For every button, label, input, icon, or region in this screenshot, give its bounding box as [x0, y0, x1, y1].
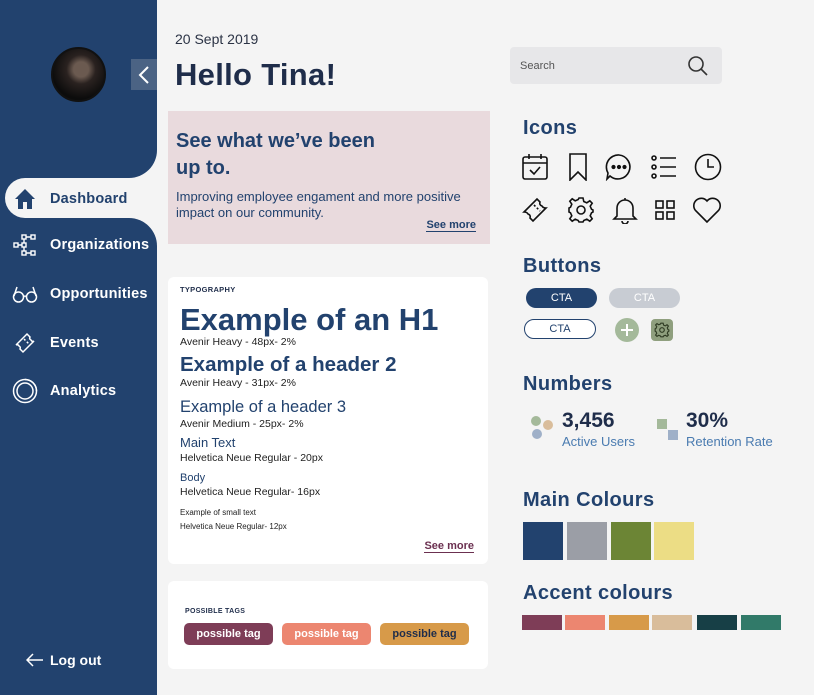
cta-disabled-button[interactable]: CTA: [609, 288, 680, 308]
settings-button[interactable]: [651, 319, 673, 341]
accent-colour-swatch: [741, 615, 781, 630]
promo-title: See what we’ve been up to.: [176, 130, 375, 179]
sidebar-item-label: Events: [50, 335, 99, 351]
sidebar-item-dashboard[interactable]: Dashboard: [12, 183, 128, 215]
cta-primary-button[interactable]: CTA: [526, 288, 597, 308]
cta-outline-button[interactable]: CTA: [524, 319, 596, 339]
heart-icon: [692, 195, 722, 225]
numbers-section-title: Numbers: [523, 373, 613, 395]
typography-card: TYPOGRAPHY Example of an H1 Avenir Heavy…: [168, 277, 488, 564]
main-colour-swatch: [611, 522, 651, 560]
accent-colour-swatch: [652, 615, 692, 630]
h1-spec: Avenir Heavy - 48px- 2%: [180, 336, 296, 348]
sidebar-item-events[interactable]: Events: [12, 327, 99, 359]
org-chart-icon: [12, 232, 38, 258]
ticket-icon: [12, 330, 38, 356]
promo-card: See what we’ve been up to. Improving emp…: [168, 111, 490, 244]
collapse-sidebar-button[interactable]: [131, 59, 157, 90]
body-text-spec: Helvetica Neue Regular- 16px: [180, 486, 321, 498]
sidebar-item-label: Dashboard: [50, 191, 128, 207]
example-h2: Example of a header 2: [180, 353, 397, 376]
bookmark-icon: [563, 152, 593, 182]
current-date: 20 Sept 2019: [175, 31, 259, 47]
retention-rate-value: 30%: [686, 409, 729, 432]
users-dots-icon: [531, 416, 553, 439]
buttons-section-title: Buttons: [523, 255, 602, 277]
arrow-left-icon: [26, 653, 43, 667]
promo-text: Improving employee engament and more pos…: [176, 189, 461, 220]
example-body-text: Body: [180, 472, 206, 484]
example-h3: Example of a header 3: [180, 398, 347, 416]
search-icon[interactable]: [687, 55, 709, 82]
tag-chip[interactable]: possible tag: [380, 623, 469, 645]
plus-icon: [621, 324, 633, 336]
logout-label: Log out: [50, 652, 102, 668]
accent-colour-swatch: [565, 615, 605, 630]
search-input[interactable]: [520, 57, 680, 75]
add-button[interactable]: [615, 318, 639, 342]
main-colours-section-title: Main Colours: [523, 489, 655, 511]
accent-colour-swatch: [697, 615, 737, 630]
avatar[interactable]: [51, 47, 106, 102]
h2-spec: Avenir Heavy - 31px- 2%: [180, 377, 296, 389]
gear-icon: [566, 195, 596, 225]
bell-icon: [610, 195, 640, 225]
example-small-text: Example of small text: [180, 508, 257, 517]
sidebar-item-analytics[interactable]: Analytics: [12, 375, 116, 407]
accent-colour-swatch: [609, 615, 649, 630]
clock-icon: [693, 152, 723, 182]
main-colour-swatch: [567, 522, 607, 560]
sidebar-item-label: Organizations: [50, 237, 150, 253]
active-users-value: 3,456: [562, 409, 615, 432]
analytics-icon: [12, 378, 38, 404]
example-main-text: Main Text: [180, 435, 236, 450]
promo-see-more-link[interactable]: See more: [426, 219, 476, 232]
typography-see-more-link[interactable]: See more: [424, 540, 474, 553]
tags-label: POSSIBLE TAGS: [185, 608, 246, 615]
grid-icon: [650, 195, 680, 225]
tags-card: POSSIBLE TAGS possible tag possible tag …: [168, 581, 488, 669]
sidebar-item-opportunities[interactable]: Opportunities: [12, 278, 148, 310]
main-colour-swatch: [654, 522, 694, 560]
page-title: Hello Tina!: [175, 57, 337, 92]
main-colour-swatch: [523, 522, 563, 560]
icons-section-title: Icons: [523, 117, 578, 139]
sidebar-item-organizations[interactable]: Organizations: [12, 229, 149, 261]
h3-spec: Avenir Medium - 25px- 2%: [180, 418, 304, 430]
sidebar-item-label: Analytics: [50, 383, 117, 399]
typography-label: TYPOGRAPHY: [180, 285, 236, 294]
chevron-left-icon: [138, 65, 149, 84]
accent-colours-section-title: Accent colours: [523, 582, 674, 604]
tag-chip[interactable]: possible tag: [184, 623, 273, 645]
retention-rate-label: Retention Rate: [686, 434, 773, 449]
active-users-label: Active Users: [562, 434, 635, 449]
main-text-spec: Helvetica Neue Regular - 20px: [180, 452, 323, 464]
home-icon: [12, 186, 38, 212]
retention-squares-icon: [657, 419, 678, 440]
ticket-icon: [520, 195, 550, 225]
list-icon: [649, 152, 679, 182]
logout-button[interactable]: Log out: [26, 652, 101, 668]
sidebar-item-label: Opportunities: [50, 286, 148, 302]
example-h1: Example of an H1: [180, 302, 439, 337]
chat-bubble-icon: [604, 152, 634, 182]
glasses-icon: [12, 281, 38, 307]
accent-colour-swatch: [522, 615, 562, 630]
gear-icon: [654, 322, 670, 338]
nav-curve-decoration: [127, 148, 157, 178]
calendar-check-icon: [520, 152, 550, 182]
tag-chip[interactable]: possible tag: [282, 623, 371, 645]
small-text-spec: Helvetica Neue Regular- 12px: [180, 522, 287, 531]
